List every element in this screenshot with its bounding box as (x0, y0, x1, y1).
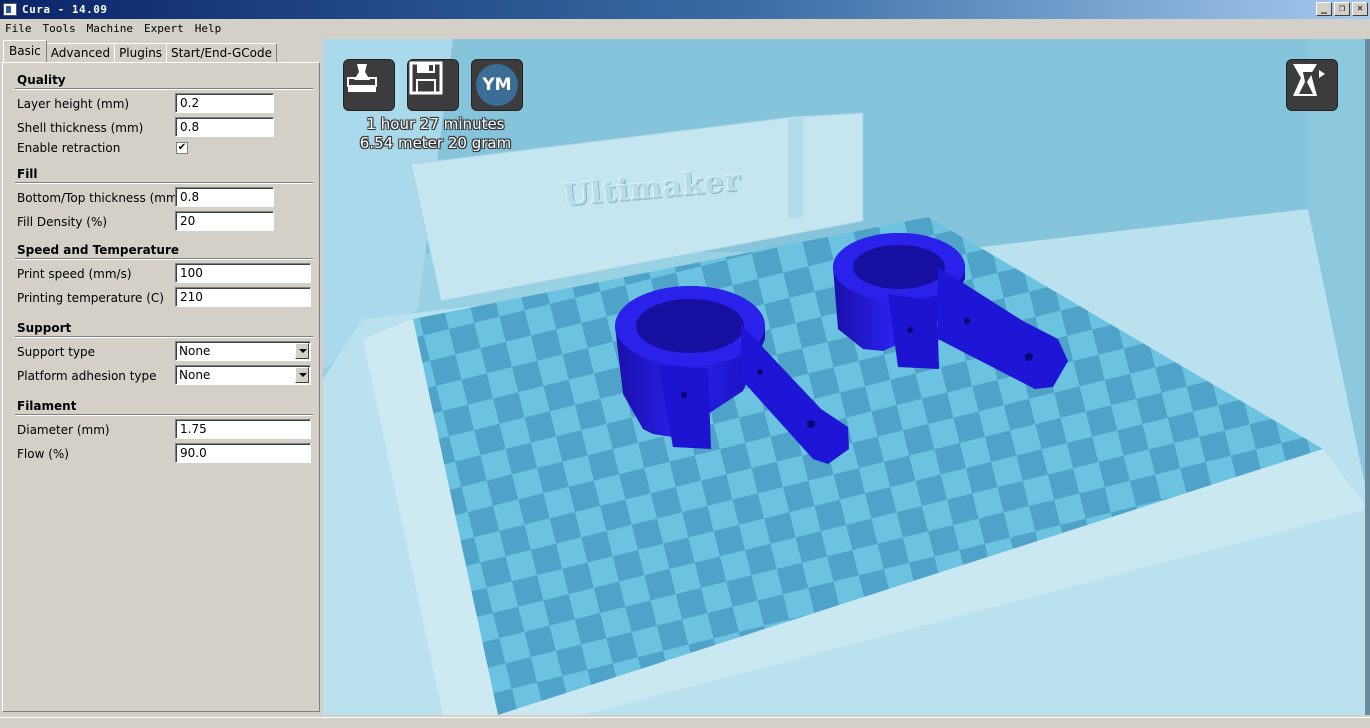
tab-plugins[interactable]: Plugins (114, 43, 168, 62)
floppy-disk-icon (409, 61, 443, 95)
diameter-input[interactable]: 1.75 (175, 419, 311, 439)
window-title: Cura - 14.09 (22, 3, 108, 16)
platform-adhesion-value: None (179, 368, 211, 382)
settings-tabs: Basic Advanced Plugins Start/End-GCode (3, 40, 277, 62)
flow-input[interactable]: 90.0 (175, 443, 311, 463)
section-divider (15, 182, 313, 184)
bottom-top-thickness-label: Bottom/Top thickness (mm) (17, 191, 183, 205)
tab-advanced[interactable]: Advanced (45, 43, 116, 62)
status-bar (0, 717, 1370, 728)
layer-height-input[interactable]: 0.2 (175, 93, 274, 113)
menu-machine[interactable]: Machine (87, 22, 133, 35)
platform-adhesion-label: Platform adhesion type (17, 369, 157, 383)
load-model-button[interactable] (343, 59, 395, 111)
section-title-fill: Fill (17, 167, 38, 181)
section-divider (15, 88, 313, 90)
section-title-speed: Speed and Temperature (17, 243, 179, 257)
basic-tab-body: Quality Layer height (mm) 0.2 Shell thic… (2, 62, 320, 712)
menu-file[interactable]: File (5, 22, 32, 35)
menu-tools[interactable]: Tools (43, 22, 76, 35)
printing-temperature-label: Printing temperature (C) (17, 291, 164, 305)
layer-height-label: Layer height (mm) (17, 97, 130, 111)
retraction-label: Enable retraction (17, 141, 121, 155)
bottom-top-thickness-input[interactable]: 0.8 (175, 187, 274, 207)
print-speed-input[interactable]: 100 (175, 263, 311, 283)
shell-thickness-label: Shell thickness (mm) (17, 121, 144, 135)
load-icon (347, 64, 377, 92)
settings-panel: Basic Advanced Plugins Start/End-GCode Q… (0, 37, 322, 717)
menu-expert[interactable]: Expert (144, 22, 184, 35)
back-plate-post (788, 116, 803, 219)
title-bar: Cura - 14.09 _ ❐ ✕ (0, 0, 1370, 19)
support-type-label: Support type (17, 345, 96, 359)
section-title-filament: Filament (17, 399, 77, 413)
chevron-down-icon[interactable] (295, 367, 309, 383)
section-divider (15, 336, 313, 338)
youmagine-icon: YM (476, 64, 518, 106)
menu-bar: File Tools Machine Expert Help (0, 19, 1370, 37)
print-estimate: 1 hour 27 minutes 6.54 meter 20 gram (343, 115, 528, 153)
section-title-support: Support (17, 321, 72, 335)
view-mode-button[interactable] (1286, 59, 1338, 111)
retraction-checkbox[interactable]: ✔ (176, 142, 188, 154)
close-button[interactable]: ✕ (1352, 2, 1368, 16)
section-title-quality: Quality (17, 73, 66, 87)
print-speed-label: Print speed (mm/s) (17, 267, 132, 281)
chevron-down-icon[interactable] (295, 343, 309, 359)
support-type-value: None (179, 344, 211, 358)
desktop-edge (1365, 39, 1370, 715)
support-type-select[interactable]: None (175, 341, 311, 361)
platform-adhesion-select[interactable]: None (175, 365, 311, 385)
app-icon (3, 3, 17, 16)
minimize-button[interactable]: _ (1316, 2, 1332, 16)
flow-label: Flow (%) (17, 447, 69, 461)
print-material: 6.54 meter 20 gram (359, 134, 512, 152)
diameter-label: Diameter (mm) (17, 423, 110, 437)
3d-viewport[interactable]: Ultimaker YM 1 hour 27 minutes 6.54 mete… (323, 39, 1368, 715)
fill-density-label: Fill Density (%) (17, 215, 108, 229)
youmagine-button[interactable]: YM (471, 59, 523, 111)
view-mode-icon (1293, 64, 1325, 96)
printing-temperature-input[interactable]: 210 (175, 287, 311, 307)
window-controls: _ ❐ ✕ (1316, 2, 1368, 16)
tab-start-end-gcode[interactable]: Start/End-GCode (166, 43, 277, 62)
section-divider (15, 258, 313, 260)
fill-density-input[interactable]: 20 (175, 211, 274, 231)
print-time: 1 hour 27 minutes (366, 115, 505, 133)
shell-thickness-input[interactable]: 0.8 (175, 117, 274, 137)
restore-button[interactable]: ❐ (1334, 2, 1350, 16)
tab-basic[interactable]: Basic (3, 40, 47, 62)
save-gcode-button[interactable] (407, 59, 459, 111)
menu-help[interactable]: Help (195, 22, 222, 35)
section-divider (15, 414, 313, 416)
